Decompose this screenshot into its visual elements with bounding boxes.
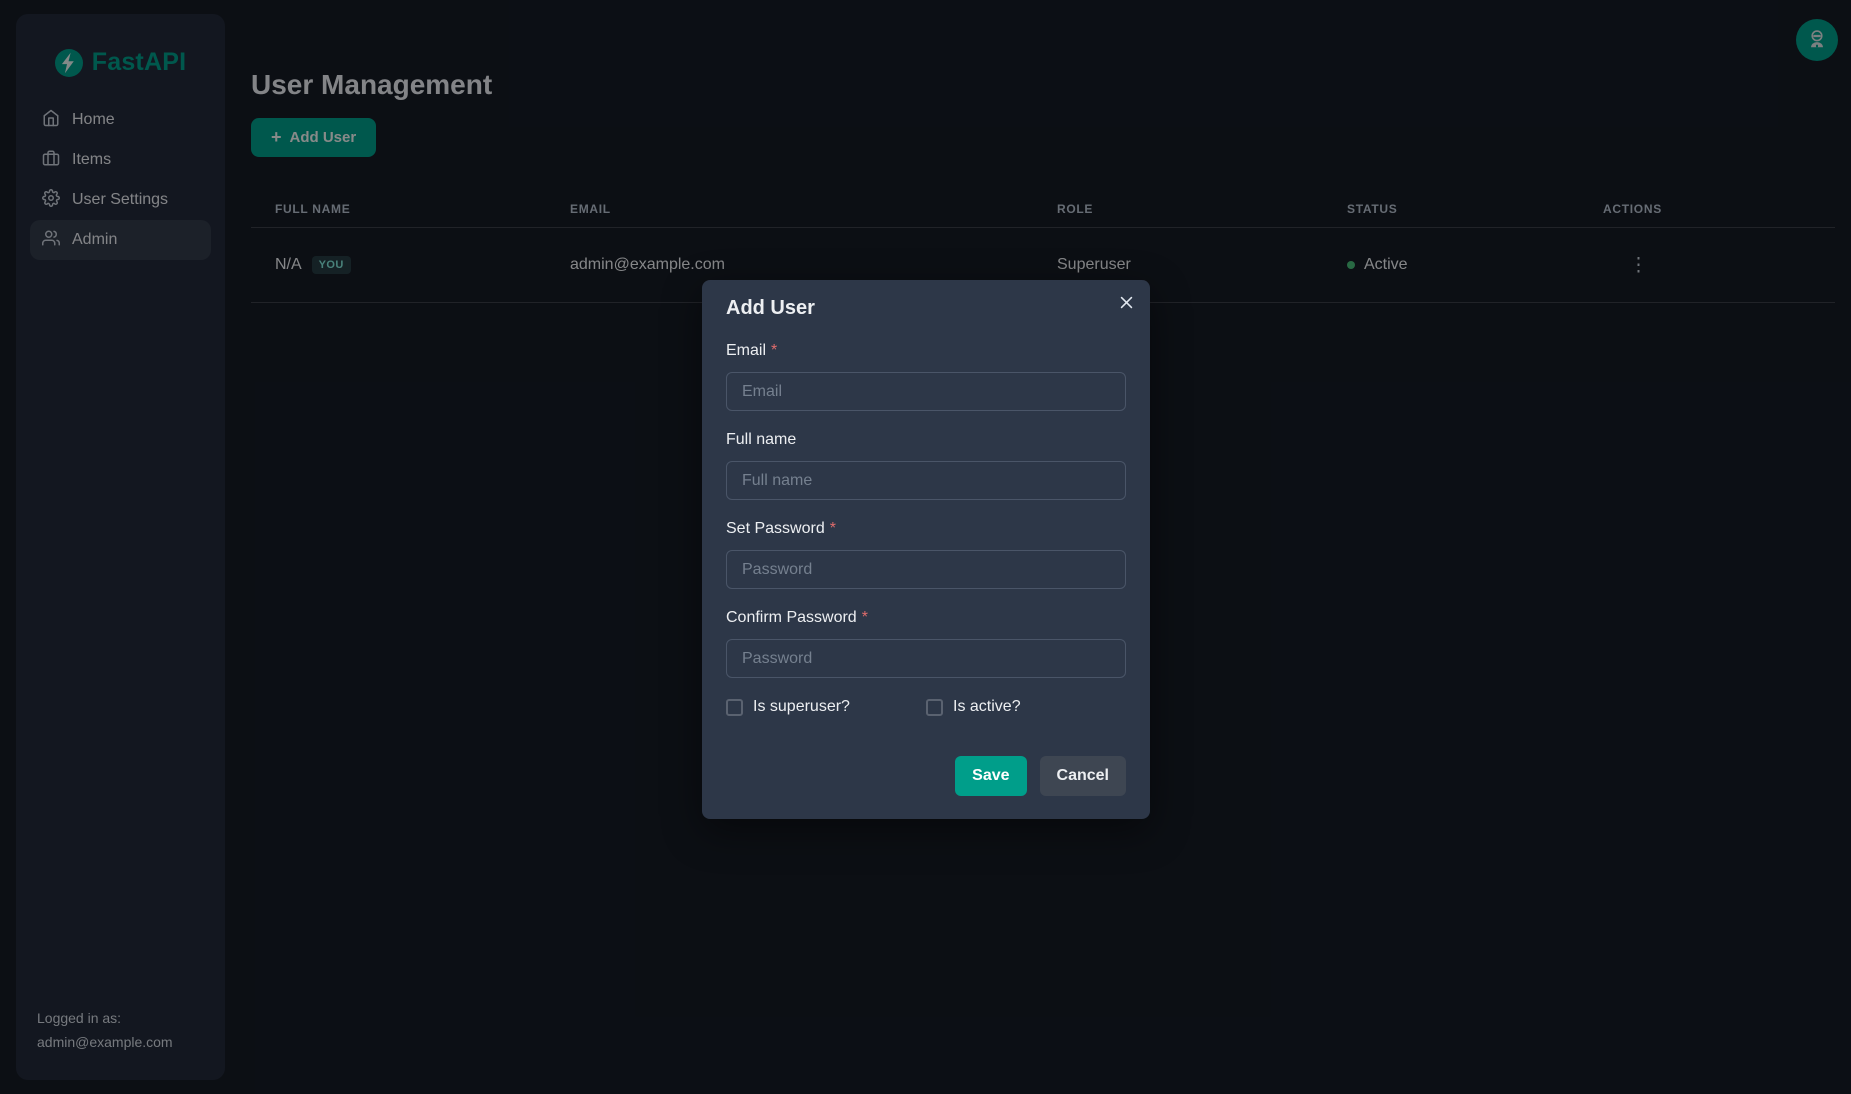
is-superuser-checkbox[interactable]: Is superuser? bbox=[726, 698, 926, 716]
full-name-field-label: Full name bbox=[726, 431, 1126, 449]
add-user-modal: Add User Email * Full name Set Password * bbox=[702, 280, 1150, 819]
is-active-checkbox[interactable]: Is active? bbox=[926, 698, 1021, 716]
field-label-text: Email bbox=[726, 342, 766, 359]
checkbox-label: Is active? bbox=[953, 698, 1021, 716]
confirm-password-input[interactable] bbox=[726, 639, 1126, 678]
modal-title: Add User bbox=[726, 296, 1126, 320]
required-asterisk: * bbox=[862, 609, 868, 626]
full-name-input[interactable] bbox=[726, 461, 1126, 500]
cancel-button[interactable]: Cancel bbox=[1040, 756, 1126, 796]
field-label-text: Set Password bbox=[726, 520, 825, 537]
set-password-input[interactable] bbox=[726, 550, 1126, 589]
confirm-password-field-group: Confirm Password * bbox=[726, 609, 1126, 678]
field-label-text: Full name bbox=[726, 431, 796, 448]
modal-footer: Save Cancel bbox=[726, 756, 1126, 796]
checkbox-box bbox=[726, 699, 743, 716]
set-password-field-label: Set Password * bbox=[726, 520, 1126, 538]
close-icon bbox=[1118, 294, 1135, 314]
modal-checkbox-row: Is superuser? Is active? bbox=[726, 698, 1126, 716]
modal-close-button[interactable] bbox=[1110, 288, 1142, 320]
checkbox-label: Is superuser? bbox=[753, 698, 850, 716]
full-name-field-group: Full name bbox=[726, 431, 1126, 500]
required-asterisk: * bbox=[771, 342, 777, 359]
field-label-text: Confirm Password bbox=[726, 609, 857, 626]
set-password-field-group: Set Password * bbox=[726, 520, 1126, 589]
email-field-label: Email * bbox=[726, 342, 1126, 360]
email-field-group: Email * bbox=[726, 342, 1126, 411]
save-button[interactable]: Save bbox=[955, 756, 1026, 796]
required-asterisk: * bbox=[830, 520, 836, 537]
email-input[interactable] bbox=[726, 372, 1126, 411]
checkbox-box bbox=[926, 699, 943, 716]
confirm-password-field-label: Confirm Password * bbox=[726, 609, 1126, 627]
app-root: FastAPI Home Items bbox=[0, 0, 1851, 1094]
